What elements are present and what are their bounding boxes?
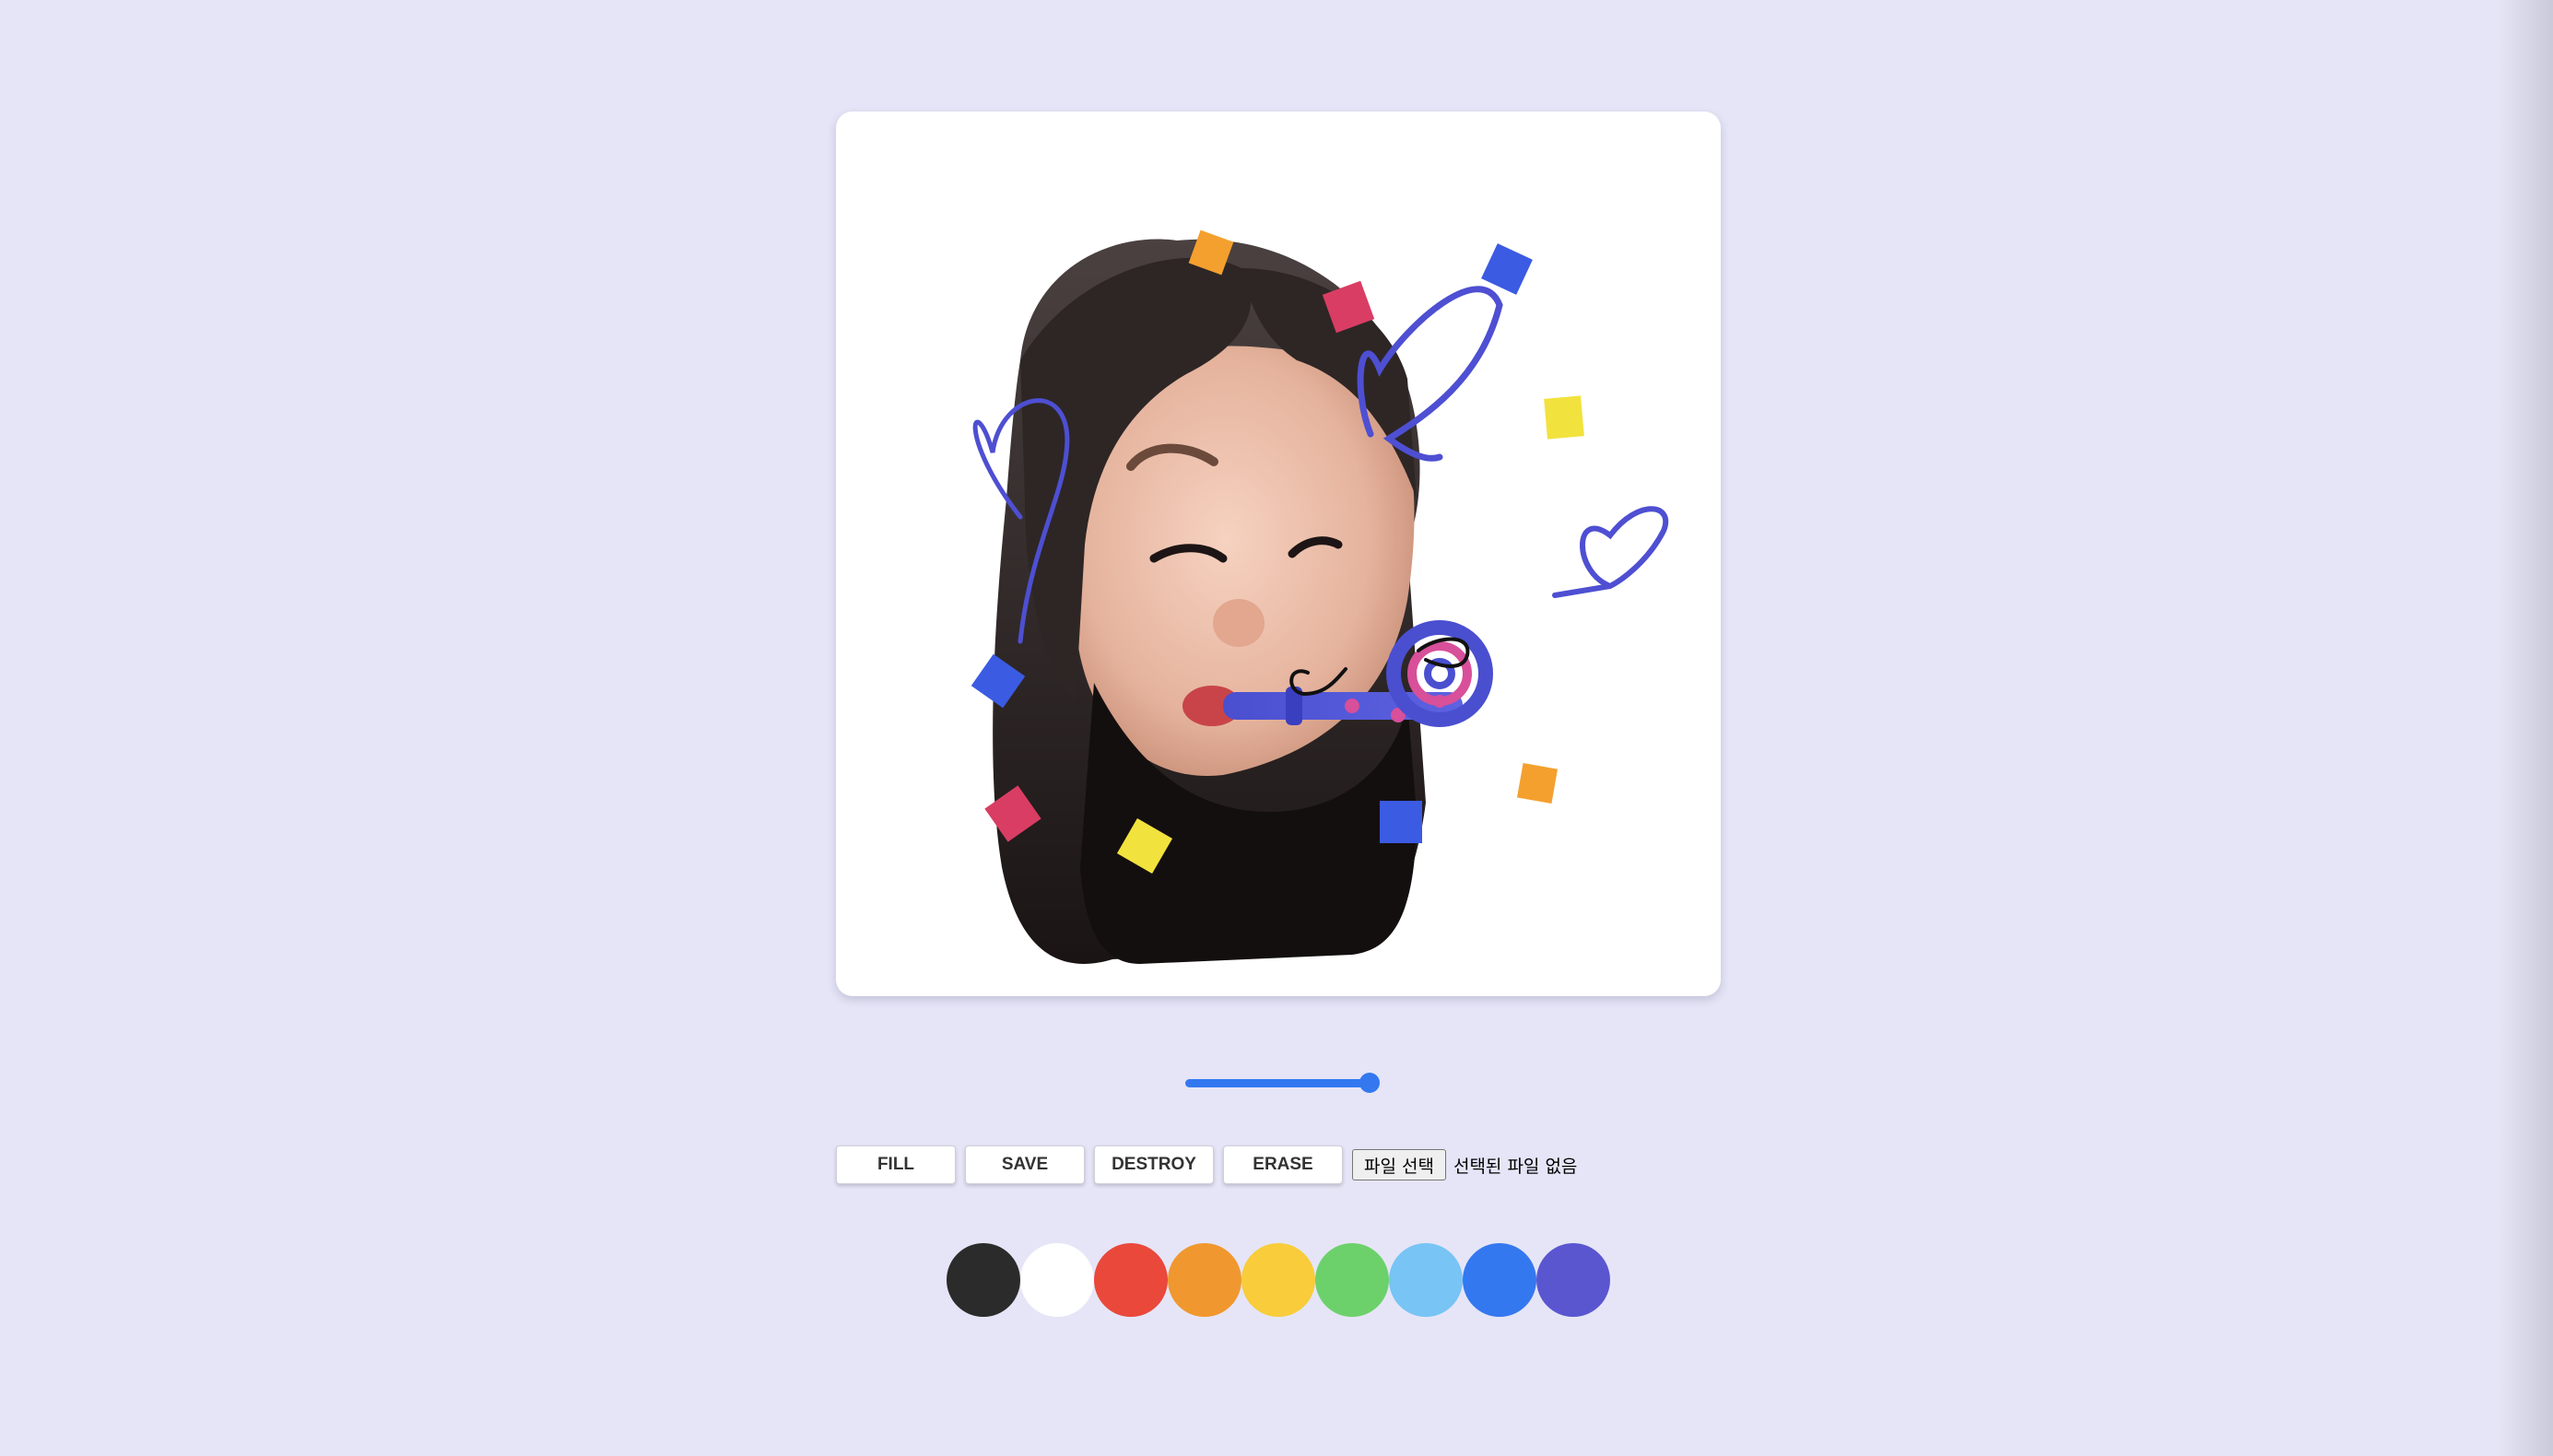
line-width-slider[interactable] xyxy=(1185,1073,1380,1093)
color-swatch-white[interactable] xyxy=(1020,1243,1094,1317)
color-swatch-yellow[interactable] xyxy=(1241,1243,1315,1317)
slider-thumb[interactable] xyxy=(1359,1073,1380,1093)
slider-track xyxy=(1185,1079,1370,1087)
color-swatch-green[interactable] xyxy=(1315,1243,1389,1317)
color-swatch-black[interactable] xyxy=(947,1243,1020,1317)
destroy-button[interactable]: DESTROY xyxy=(1094,1145,1214,1184)
drawing-canvas[interactable] xyxy=(836,112,1721,996)
erase-button[interactable]: ERASE xyxy=(1223,1145,1343,1184)
window-edge-shadow xyxy=(2498,0,2553,1456)
color-swatch-red[interactable] xyxy=(1094,1243,1168,1317)
save-button[interactable]: SAVE xyxy=(965,1145,1085,1184)
color-swatch-purple[interactable] xyxy=(1536,1243,1610,1317)
color-swatch-light-blue[interactable] xyxy=(1389,1243,1463,1317)
file-status-text: 선택된 파일 없음 xyxy=(1453,1156,1578,1177)
color-swatch-blue[interactable] xyxy=(1463,1243,1536,1317)
file-choose-button[interactable]: 파일 선택 xyxy=(1352,1149,1446,1180)
color-swatch-orange[interactable] xyxy=(1168,1243,1241,1317)
memoji-party-blower-icon xyxy=(971,229,1668,964)
fill-button[interactable]: FILL xyxy=(836,1145,956,1184)
toolbar: FILL SAVE DESTROY ERASE 파일 선택 선택된 파일 없음 xyxy=(836,1145,1577,1184)
color-palette xyxy=(947,1243,1610,1317)
